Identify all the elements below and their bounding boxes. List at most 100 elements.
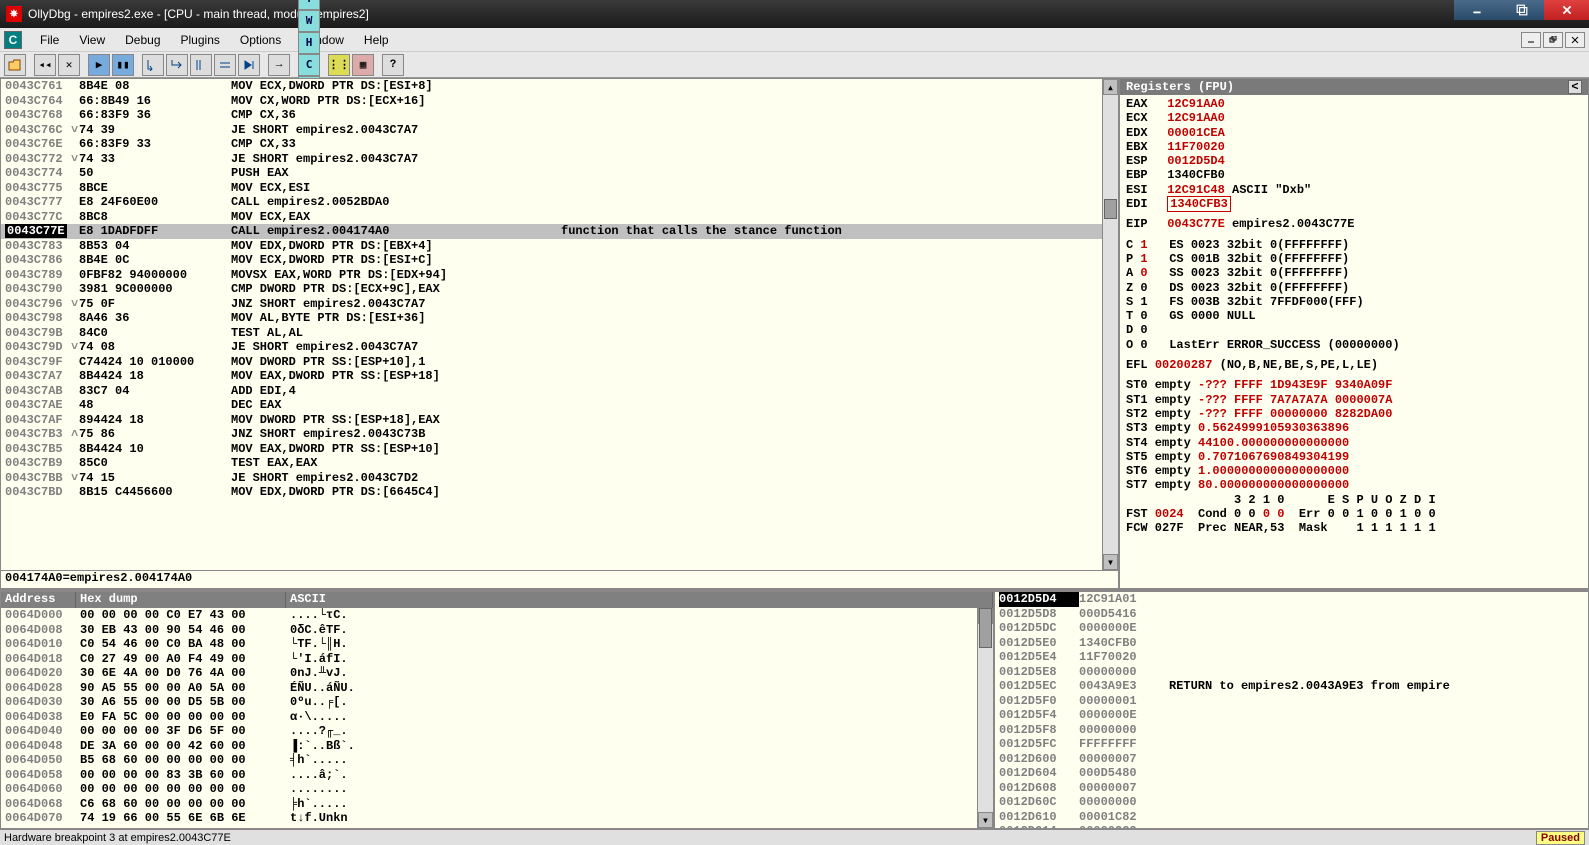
mdi-restore[interactable] xyxy=(1543,32,1563,48)
reg-EIP[interactable]: EIP 0043C77E empires2.0043C77E xyxy=(1126,217,1582,231)
reg-ST1[interactable]: ST1 empty -??? FFFF 7A7A7A7A 0000007A xyxy=(1126,393,1582,407)
tb-restart[interactable]: ✕ xyxy=(58,54,80,76)
tb-step-into[interactable] xyxy=(142,54,164,76)
reg-EBP[interactable]: EBP 1340CFB0 xyxy=(1126,168,1582,182)
reg-ST7[interactable]: ST7 empty 80.000000000000000000 xyxy=(1126,478,1582,492)
disasm-row[interactable]: 0043C79F C74424 10 010000MOV DWORD PTR S… xyxy=(1,355,1118,370)
disasm-row[interactable]: 0043C76E 66:83F9 33CMP CX,33 xyxy=(1,137,1118,152)
stack-row[interactable]: 0012D5E800000000 xyxy=(999,665,1584,680)
menu-help[interactable]: Help xyxy=(354,31,399,49)
stack-row[interactable]: 0012D5DC0000000E xyxy=(999,621,1584,636)
dump-row[interactable]: 0064D03030 A6 55 00 00 D5 5B 000ºu..╒[. xyxy=(1,695,993,710)
reg-EDX[interactable]: EDX 00001CEA xyxy=(1126,126,1582,140)
reg-EBX[interactable]: EBX 11F70020 xyxy=(1126,140,1582,154)
hex-dump-panel[interactable]: Address Hex dump ASCII 0064D00000 00 00 … xyxy=(0,591,994,829)
disasm-row[interactable]: 0043C7AF 894424 18MOV DWORD PTR SS:[ESP+… xyxy=(1,413,1118,428)
tb-open[interactable] xyxy=(4,54,26,76)
flag-C[interactable]: C 1 ES 0023 32bit 0(FFFFFFFF) xyxy=(1126,238,1582,252)
disasm-row[interactable]: 0043C7B9 85C0TEST EAX,EAX xyxy=(1,456,1118,471)
dump-row[interactable]: 0064D04000 00 00 00 3F D6 5F 00....?╓_. xyxy=(1,724,993,739)
registers-expand[interactable]: < xyxy=(1568,80,1582,94)
dump-row[interactable]: 0064D00000 00 00 00 C0 E7 43 00....└τC. xyxy=(1,608,993,623)
reg-EDI[interactable]: EDI 1340CFB3 xyxy=(1126,197,1582,211)
maximize-button[interactable] xyxy=(1499,0,1544,20)
stack-row[interactable]: 0012D604000D5480 xyxy=(999,766,1584,781)
dump-row[interactable]: 0064D0786F 77 6E 00 4D 6F 76 65own.Move xyxy=(1,826,993,829)
reg-ST4[interactable]: ST4 empty 44100.000000000000000 xyxy=(1126,436,1582,450)
reg-ST2[interactable]: ST2 empty -??? FFFF 00000000 8282DA00 xyxy=(1126,407,1582,421)
disassembly-panel[interactable]: 0043C761 8B4E 08MOV ECX,DWORD PTR DS:[ES… xyxy=(0,78,1119,589)
flag-O[interactable]: O 0 LastErr ERROR_SUCCESS (00000000) xyxy=(1126,338,1582,352)
dump-scrollbar[interactable]: ▴ ▾ xyxy=(977,608,993,828)
reg-FCW[interactable]: FCW 027F Prec NEAR,53 Mask 1 1 1 1 1 1 xyxy=(1126,521,1582,535)
tb-execute-till[interactable] xyxy=(238,54,260,76)
reg-ST0[interactable]: ST0 empty -??? FFFF 1D943E9F 9340A09F xyxy=(1126,378,1582,392)
menu-view[interactable]: View xyxy=(69,31,115,49)
reg-EFL[interactable]: EFL 00200287 (NO,B,NE,BE,S,PE,L,LE) xyxy=(1126,358,1582,372)
tb-goto[interactable]: → xyxy=(268,54,290,76)
disasm-row[interactable]: 0043C761 8B4E 08MOV ECX,DWORD PTR DS:[ES… xyxy=(1,79,1118,94)
dump-row[interactable]: 0064D068C6 68 60 00 00 00 00 00╞h`..... xyxy=(1,797,993,812)
disasm-row[interactable]: 0043C772˅74 33JE SHORT empires2.0043C7A7 xyxy=(1,152,1118,167)
disasm-row[interactable]: 0043C7AB 83C7 04ADD EDI,4 xyxy=(1,384,1118,399)
flag-A[interactable]: A 0 SS 0023 32bit 0(FFFFFFFF) xyxy=(1126,266,1582,280)
disasm-row[interactable]: 0043C79D˅74 08JE SHORT empires2.0043C7A7 xyxy=(1,340,1118,355)
registers-panel[interactable]: Registers (FPU) < EAX 12C91AA0ECX 12C91A… xyxy=(1119,78,1589,589)
dump-row[interactable]: 0064D038E0 FA 5C 00 00 00 00 00α·\..... xyxy=(1,710,993,725)
dump-row[interactable]: 0064D06000 00 00 00 00 00 00 00........ xyxy=(1,782,993,797)
cpu-window-icon[interactable]: C xyxy=(4,31,22,49)
tb-pause[interactable]: ▮▮ xyxy=(112,54,134,76)
reg-ESI[interactable]: ESI 12C91C48 ASCII "Dxb" xyxy=(1126,183,1582,197)
stack-row[interactable]: 0012D5F800000000 xyxy=(999,723,1584,738)
tb-window-C[interactable]: C xyxy=(298,54,320,76)
menu-file[interactable]: File xyxy=(30,31,69,49)
menu-debug[interactable]: Debug xyxy=(115,31,170,49)
tb-settings-1[interactable]: ⋮⋮ xyxy=(328,54,350,76)
dump-row[interactable]: 0064D02890 A5 55 00 00 A0 5A 00ÉÑU..áÑU. xyxy=(1,681,993,696)
flag-Z[interactable]: Z 0 DS 0023 32bit 0(FFFFFFFF) xyxy=(1126,281,1582,295)
tb-trace-into[interactable] xyxy=(190,54,212,76)
disasm-row[interactable]: 0043C7BB˅74 15JE SHORT empires2.0043C7D2 xyxy=(1,471,1118,486)
dump-row[interactable]: 0064D07074 19 66 00 55 6E 6B 6Et↓f.Unkn xyxy=(1,811,993,826)
stack-row[interactable]: 0012D5D8000D5416 xyxy=(999,607,1584,622)
stack-row[interactable]: 0012D60C00000000 xyxy=(999,795,1584,810)
disasm-row[interactable]: 0043C789 0FBF82 94000000MOVSX EAX,WORD P… xyxy=(1,268,1118,283)
tb-trace-over[interactable] xyxy=(214,54,236,76)
disasm-row[interactable]: 0043C77C 8BC8MOV ECX,EAX xyxy=(1,210,1118,225)
reg-ST3[interactable]: ST3 empty 0.5624999105930363896 xyxy=(1126,421,1582,435)
stack-row[interactable]: 0012D61000001C82 xyxy=(999,810,1584,825)
reg-ST5[interactable]: ST5 empty 0.7071067690849304199 xyxy=(1126,450,1582,464)
dump-row[interactable]: 0064D05800 00 00 00 83 3B 60 00....â;`. xyxy=(1,768,993,783)
dump-row[interactable]: 0064D050B5 68 60 00 00 00 00 00╡h`..... xyxy=(1,753,993,768)
disasm-row[interactable]: 0043C796˅75 0FJNZ SHORT empires2.0043C7A… xyxy=(1,297,1118,312)
disasm-row[interactable]: 0043C7B5 8B4424 10MOV EAX,DWORD PTR SS:[… xyxy=(1,442,1118,457)
disasm-scrollbar[interactable]: ▴ ▾ xyxy=(1102,79,1118,570)
reg-ECX[interactable]: ECX 12C91AA0 xyxy=(1126,111,1582,125)
dump-row[interactable]: 0064D048DE 3A 60 00 00 42 60 00▐:`..Bß`. xyxy=(1,739,993,754)
dump-row[interactable]: 0064D02030 6E 4A 00 D0 76 4A 000nJ.╨vJ. xyxy=(1,666,993,681)
minimize-button[interactable] xyxy=(1454,0,1499,20)
reg-FST[interactable]: FST 0024 Cond 0 0 0 0 Err 0 0 1 0 0 1 0 … xyxy=(1126,507,1582,521)
close-button[interactable] xyxy=(1544,0,1589,20)
tb-run[interactable]: ▶ xyxy=(88,54,110,76)
menu-options[interactable]: Options xyxy=(230,31,291,49)
tb-window-T[interactable]: T xyxy=(298,0,320,10)
stack-row[interactable]: 0012D60800000007 xyxy=(999,781,1584,796)
disasm-row[interactable]: 0043C7AE 48DEC EAX xyxy=(1,398,1118,413)
tb-window-H[interactable]: H xyxy=(298,32,320,54)
tb-settings-2[interactable]: ▦ xyxy=(352,54,374,76)
reg-EAX[interactable]: EAX 12C91AA0 xyxy=(1126,97,1582,111)
stack-row[interactable]: 0012D5F40000000E xyxy=(999,708,1584,723)
stack-row[interactable]: 0012D5EC0043A9E3RETURN to empires2.0043A… xyxy=(999,679,1584,694)
disasm-row[interactable]: 0043C768 66:83F9 36CMP CX,36 xyxy=(1,108,1118,123)
mdi-minimize[interactable] xyxy=(1521,32,1541,48)
disasm-row[interactable]: 0043C777 E8 24F60E00CALL empires2.0052BD… xyxy=(1,195,1118,210)
disasm-row[interactable]: 0043C790 3981 9C000000CMP DWORD PTR DS:[… xyxy=(1,282,1118,297)
reg-ESP[interactable]: ESP 0012D5D4 xyxy=(1126,154,1582,168)
stack-row[interactable]: 0012D60000000007 xyxy=(999,752,1584,767)
flag-P[interactable]: P 1 CS 001B 32bit 0(FFFFFFFF) xyxy=(1126,252,1582,266)
flag-D[interactable]: D 0 xyxy=(1126,323,1582,337)
disasm-row[interactable]: 0043C7A7 8B4424 18MOV EAX,DWORD PTR SS:[… xyxy=(1,369,1118,384)
disasm-row[interactable]: 0043C7BD 8B15 C4456600MOV EDX,DWORD PTR … xyxy=(1,485,1118,500)
dump-row[interactable]: 0064D018C0 27 49 00 A0 F4 49 00└'I.áfI. xyxy=(1,652,993,667)
